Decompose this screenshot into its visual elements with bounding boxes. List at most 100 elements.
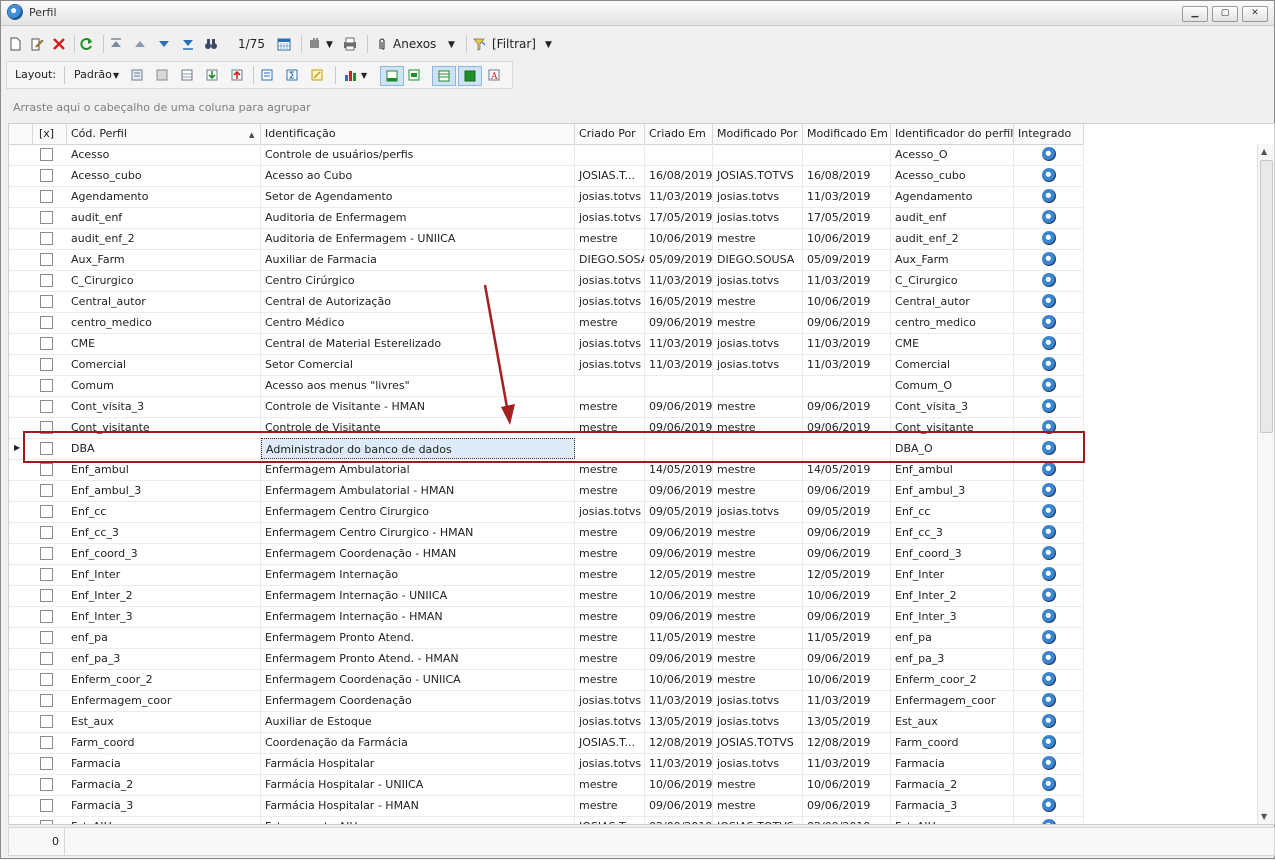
cell-criado-em[interactable]: 09/06/2019 xyxy=(645,543,713,564)
row-checkbox[interactable] xyxy=(40,673,53,686)
cell-criado-em[interactable]: 11/03/2019 xyxy=(645,753,713,774)
cell-modificado-por[interactable]: JOSIAS.TOTVS xyxy=(713,816,803,824)
import-up-button[interactable] xyxy=(230,66,244,84)
cell-modificado-por[interactable]: mestre xyxy=(713,669,803,690)
cell-criado-em[interactable]: 09/06/2019 xyxy=(645,795,713,816)
cell-cod-perfil[interactable]: enf_pa_3 xyxy=(67,648,261,669)
cell-criado-por[interactable]: josias.totvs xyxy=(575,333,645,354)
cell-identificador[interactable]: audit_enf_2 xyxy=(891,228,1014,249)
cell-cod-perfil[interactable]: Enf_Inter_3 xyxy=(67,606,261,627)
table-row[interactable]: Farmacia_3 Farmácia Hospitalar - HMAN mest… xyxy=(9,795,1084,817)
cell-modificado-por[interactable]: mestre xyxy=(713,774,803,795)
cell-identificacao[interactable]: Auditoria de Enfermagem - UNIICA xyxy=(261,228,575,249)
find-button[interactable] xyxy=(204,35,218,53)
cell-modificado-em[interactable]: 11/03/2019 xyxy=(803,186,891,207)
layout-save-button[interactable] xyxy=(130,66,144,84)
cell-cod-perfil[interactable]: Enfermagem_coor xyxy=(67,690,261,711)
cell-identificacao[interactable]: Enfermagem Internação - UNIICA xyxy=(261,585,575,606)
cell-cod-perfil[interactable]: Central_autor xyxy=(67,291,261,312)
cell-identificacao[interactable]: Enfermagem Centro Cirurgico xyxy=(261,501,575,522)
cell-modificado-por[interactable]: JOSIAS.TOTVS xyxy=(713,732,803,753)
cell-cod-perfil[interactable]: Enf_Inter xyxy=(67,564,261,585)
cell-cod-perfil[interactable]: Enf_cc_3 xyxy=(67,522,261,543)
cell-identificacao[interactable]: Farmácia Hospitalar - HMAN xyxy=(261,795,575,816)
cell-modificado-em[interactable]: 02/09/2019 xyxy=(803,816,891,824)
process-dropdown-icon[interactable]: ▼ xyxy=(326,40,333,50)
cell-identificador[interactable]: Enf_Inter_2 xyxy=(891,585,1014,606)
table-row[interactable]: Acesso Controle de usuários/perfis Acesso_… xyxy=(9,144,1084,166)
cell-modificado-em[interactable]: 10/06/2019 xyxy=(803,585,891,606)
table-row[interactable]: Comum Acesso aos menus "livres" Comum_O xyxy=(9,375,1084,397)
cell-modificado-por[interactable]: josias.totvs xyxy=(713,333,803,354)
row-checkbox[interactable] xyxy=(40,652,53,665)
cell-criado-por[interactable]: josias.totvs xyxy=(575,186,645,207)
cell-cod-perfil[interactable]: C_Cirurgico xyxy=(67,270,261,291)
cell-cod-perfil[interactable]: Enf_ambul_3 xyxy=(67,480,261,501)
cell-criado-em[interactable]: 10/06/2019 xyxy=(645,669,713,690)
table-row[interactable]: Est_aux Auxiliar de Estoque josias.totvs 13… xyxy=(9,711,1084,733)
filter-label[interactable]: [Filtrar] xyxy=(492,37,536,51)
cell-identificacao[interactable]: Acesso ao Cubo xyxy=(261,165,575,186)
cell-identificador[interactable]: Acesso_O xyxy=(891,144,1014,165)
cell-cod-perfil[interactable]: audit_enf_2 xyxy=(67,228,261,249)
row-checkbox[interactable] xyxy=(40,631,53,644)
cell-criado-por[interactable]: DIEGO.SOSA... xyxy=(575,249,645,270)
filter-button[interactable] xyxy=(472,35,486,53)
cell-identificador[interactable]: Enf_ambul_3 xyxy=(891,480,1014,501)
refresh-button[interactable] xyxy=(80,35,94,53)
cell-identificador[interactable]: CME xyxy=(891,333,1014,354)
cell-identificador[interactable]: Central_autor xyxy=(891,291,1014,312)
cell-criado-em[interactable]: 09/06/2019 xyxy=(645,312,713,333)
cell-criado-por[interactable]: josias.totvs xyxy=(575,711,645,732)
table-row[interactable]: enf_pa_3 Enfermagem Pronto Atend. - HMAN m… xyxy=(9,648,1084,670)
cell-identificacao[interactable]: Setor de Agendamento xyxy=(261,186,575,207)
cell-identificacao[interactable]: Controle de Visitante - HMAN xyxy=(261,396,575,417)
cell-criado-por[interactable]: mestre xyxy=(575,564,645,585)
cell-modificado-por[interactable] xyxy=(713,375,803,396)
cell-criado-em[interactable]: 09/06/2019 xyxy=(645,396,713,417)
cell-identificacao[interactable]: Enfermagem Internação xyxy=(261,564,575,585)
cell-identificador[interactable]: Aux_Farm xyxy=(891,249,1014,270)
row-checkbox[interactable] xyxy=(40,799,53,812)
row-checkbox[interactable] xyxy=(40,526,53,539)
row-checkbox[interactable] xyxy=(40,148,53,161)
header-identificador[interactable]: Identificador do perfil xyxy=(891,124,1014,144)
table-row[interactable]: Enfermagem_coor Enfermagem Coordenação jos… xyxy=(9,690,1084,712)
minimize-button[interactable]: ▁ xyxy=(1182,6,1208,22)
cell-identificacao[interactable]: Enfermagem Pronto Atend. - HMAN xyxy=(261,648,575,669)
cell-identificador[interactable]: enf_pa xyxy=(891,627,1014,648)
cell-identificacao[interactable]: Farmácia Hospitalar xyxy=(261,753,575,774)
header-criado-em[interactable]: Criado Em xyxy=(645,124,713,144)
row-checkbox[interactable] xyxy=(40,484,53,497)
cell-criado-em[interactable]: 12/05/2019 xyxy=(645,564,713,585)
table-row[interactable]: C_Cirurgico Centro Cirúrgico josias.totvs 1… xyxy=(9,270,1084,292)
cell-criado-em[interactable]: 11/03/2019 xyxy=(645,186,713,207)
cell-modificado-em[interactable]: 09/06/2019 xyxy=(803,480,891,501)
cell-criado-por[interactable]: josias.totvs xyxy=(575,690,645,711)
cell-modificado-em[interactable]: 10/06/2019 xyxy=(803,669,891,690)
cell-modificado-por[interactable]: josias.totvs xyxy=(713,270,803,291)
row-checkbox[interactable] xyxy=(40,589,53,602)
cell-modificado-em[interactable]: 13/05/2019 xyxy=(803,711,891,732)
table-row[interactable]: audit_enf Auditoria de Enfermagem josias.t… xyxy=(9,207,1084,229)
cell-modificado-por[interactable]: josias.totvs xyxy=(713,690,803,711)
cell-modificado-por[interactable]: mestre xyxy=(713,396,803,417)
cell-cod-perfil[interactable]: audit_enf xyxy=(67,207,261,228)
cell-modificado-por[interactable]: JOSIAS.TOTVS xyxy=(713,165,803,186)
cell-modificado-por[interactable]: mestre xyxy=(713,606,803,627)
row-checkbox[interactable] xyxy=(40,190,53,203)
attachments-button[interactable] xyxy=(375,35,389,53)
table-row[interactable]: Enferm_coor_2 Enfermagem Coordenação - UN… xyxy=(9,669,1084,691)
cell-modificado-por[interactable]: mestre xyxy=(713,522,803,543)
cell-identificador[interactable]: Enf_cc_3 xyxy=(891,522,1014,543)
cell-modificado-em[interactable]: 05/09/2019 xyxy=(803,249,891,270)
cell-criado-por[interactable]: josias.totvs xyxy=(575,753,645,774)
row-checkbox[interactable] xyxy=(40,736,53,749)
cell-criado-em[interactable]: 11/03/2019 xyxy=(645,333,713,354)
cell-modificado-em[interactable]: 09/06/2019 xyxy=(803,795,891,816)
cell-cod-perfil[interactable]: Farmacia xyxy=(67,753,261,774)
table-row[interactable]: Enf_cc_3 Enfermagem Centro Cirurgico - HM… xyxy=(9,522,1084,544)
cell-identificador[interactable]: Enf_Inter_3 xyxy=(891,606,1014,627)
cell-modificado-em[interactable]: 11/05/2019 xyxy=(803,627,891,648)
cell-identificacao[interactable]: Setor Comercial xyxy=(261,354,575,375)
